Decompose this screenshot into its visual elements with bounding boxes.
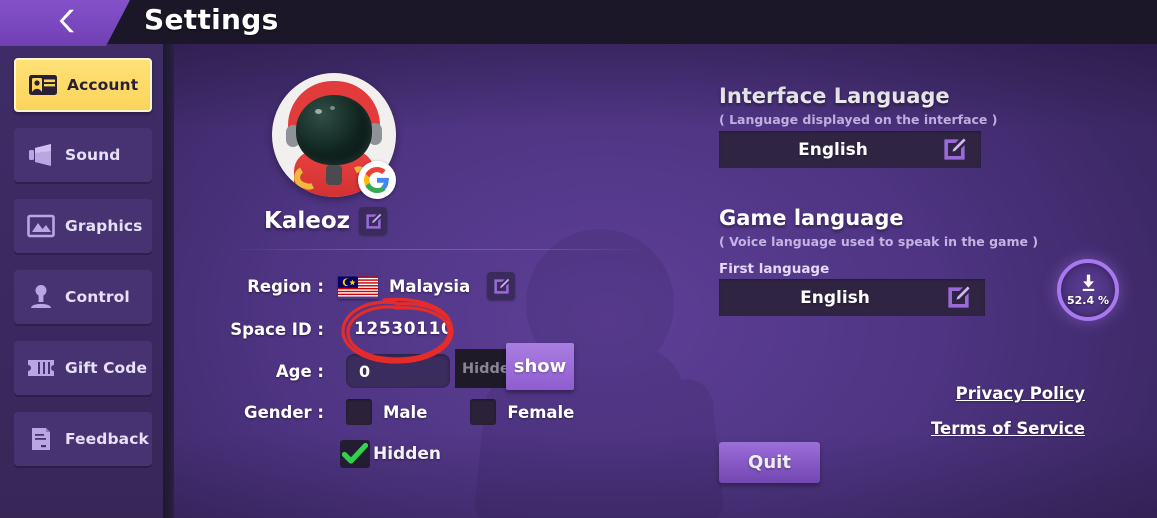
space-id-row: Space ID : 12530110 (214, 313, 453, 345)
first-language-label: First language (719, 261, 830, 277)
megaphone-icon (24, 140, 58, 170)
edit-region-button[interactable] (487, 272, 516, 300)
sidebar-edge (163, 44, 174, 518)
edit-first-language-button[interactable] (944, 283, 973, 312)
download-percent: 52.4 % (1067, 294, 1109, 307)
sidebar-item-label: Account (67, 76, 139, 94)
interface-language-field[interactable]: English (719, 131, 981, 168)
quit-button[interactable]: Quit (719, 442, 820, 483)
edit-pencil-icon (944, 138, 966, 160)
green-check-icon (342, 443, 368, 464)
header-bar: Settings (0, 0, 1157, 44)
sidebar-item-sound[interactable]: Sound (14, 128, 152, 182)
terms-of-service-link[interactable]: Terms of Service (931, 419, 1085, 438)
avatar[interactable] (272, 73, 396, 199)
sidebar-item-graphics[interactable]: Graphics (14, 199, 152, 253)
joystick-icon (24, 282, 58, 312)
sidebar-item-label: Control (65, 288, 130, 306)
document-icon (24, 424, 58, 454)
show-button[interactable]: show (506, 343, 574, 390)
interface-language-subtitle: ( Language displayed on the interface ) (719, 112, 998, 127)
age-row: Age : 0 (214, 354, 450, 388)
sidebar-item-control[interactable]: Control (14, 270, 152, 324)
sidebar-item-account[interactable]: Account (14, 58, 152, 112)
space-id-value: 12530110 (354, 319, 454, 339)
sidebar-item-feedback[interactable]: Feedback (14, 412, 152, 466)
chevron-left-icon (54, 6, 84, 36)
hidden-checkbox-row: Hidden (340, 440, 441, 468)
gender-male-label: Male (383, 402, 428, 422)
sidebar-item-gift-code[interactable]: Gift Code (14, 341, 152, 395)
sidebar-item-label: Sound (65, 146, 121, 164)
gender-male-checkbox[interactable] (346, 399, 372, 425)
interface-language-title: Interface Language (719, 84, 950, 108)
game-language-subtitle: ( Voice language used to speak in the ga… (719, 234, 1039, 249)
age-input[interactable]: 0 (346, 354, 450, 388)
quit-button-label: Quit (748, 452, 791, 473)
sidebar-item-label: Feedback (65, 430, 149, 448)
show-button-label: show (513, 356, 567, 377)
settings-screen: Kaleoz Region : Malaysia Space ID: 1253… (0, 0, 1157, 518)
sidebar-item-label: Gift Code (65, 359, 148, 377)
first-language-field[interactable]: English (719, 279, 985, 316)
hidden-checkbox-label: Hidden (373, 444, 442, 464)
space-id-label: Space ID : (230, 319, 324, 339)
body-area: Kaleoz Region : Malaysia Space ID: 1253… (0, 44, 1157, 518)
player-name: Kaleoz (264, 208, 351, 234)
edit-name-button[interactable] (359, 207, 388, 235)
hidden-checkbox[interactable] (340, 440, 370, 468)
region-row: Region : Malaysia (214, 270, 516, 302)
download-progress-badge[interactable]: 52.4 % (1057, 259, 1119, 321)
game-language-title: Game language (719, 206, 904, 230)
sidebar: Account Sound Graphics Control Gift Code… (0, 44, 163, 518)
gender-label: Gender : (244, 402, 324, 422)
region-label: Region : (247, 276, 324, 296)
id-card-icon (26, 70, 60, 100)
sidebar-item-label: Graphics (65, 217, 143, 235)
ticket-icon (24, 353, 58, 383)
player-name-row: Kaleoz (264, 204, 464, 238)
page-title: Settings (144, 3, 279, 36)
edit-pencil-icon (948, 286, 970, 308)
region-value: Malaysia (389, 276, 471, 296)
edit-interface-language-button[interactable] (940, 135, 969, 164)
privacy-policy-link[interactable]: Privacy Policy (956, 384, 1085, 403)
section-divider (226, 249, 646, 250)
account-content-panel: Kaleoz Region : Malaysia Space ID: 1253… (174, 44, 1157, 518)
gender-female-label: Female (507, 402, 575, 422)
image-mountain-icon (24, 211, 58, 241)
age-value: 0 (359, 361, 371, 381)
edit-pencil-icon (494, 278, 510, 294)
download-arrow-icon (1082, 274, 1094, 291)
gender-row: Gender : Male Female (214, 396, 574, 428)
edit-pencil-icon (365, 213, 381, 229)
google-icon (358, 161, 396, 199)
gender-female-checkbox[interactable] (470, 399, 497, 425)
age-label: Age : (275, 361, 324, 381)
malaysia-flag-icon (338, 274, 378, 299)
